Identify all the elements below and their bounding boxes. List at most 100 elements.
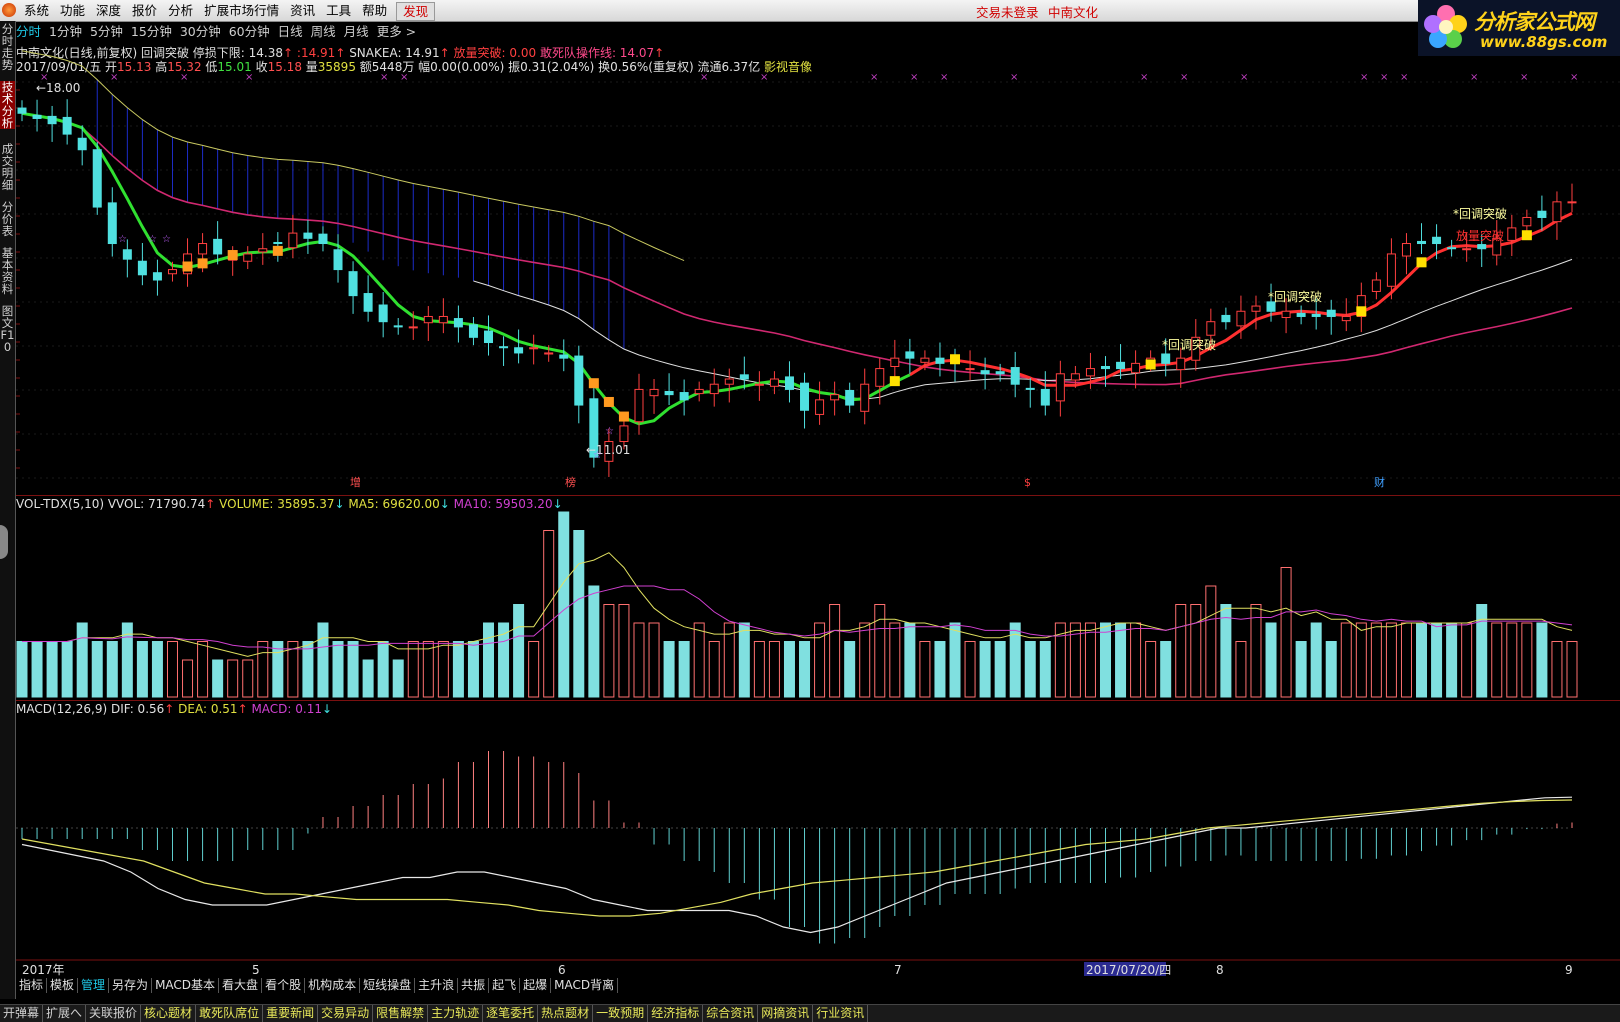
signal-box: [603, 396, 614, 407]
indicator-tab-12[interactable]: 起爆: [520, 978, 552, 993]
status-tab-3[interactable]: 核心题材: [141, 1005, 197, 1022]
candle-body: [514, 347, 524, 354]
candle-body: [1010, 367, 1020, 385]
status-tab-5[interactable]: 重要新闻: [263, 1005, 319, 1022]
x-marker: ×: [1360, 72, 1368, 83]
volume-bar: [1280, 567, 1292, 698]
status-tab-15[interactable]: 行业资讯: [813, 1005, 869, 1022]
candle-body: [860, 383, 870, 412]
volume-bar: [1491, 622, 1503, 698]
volume-bar: [1446, 622, 1458, 698]
indicator-tab-10[interactable]: 共振: [458, 978, 490, 993]
indicator-tab-8[interactable]: 短线操盘: [360, 978, 416, 993]
vollabel-part: ↓: [334, 497, 345, 511]
volume-bar: [693, 622, 705, 698]
x-marker: ×: [400, 72, 408, 83]
candle-body: [1070, 373, 1080, 381]
indicator-tab-13[interactable]: MACD背离: [551, 978, 619, 993]
signal-text: *回调突破: [1268, 289, 1322, 304]
ma-slow-line: [21, 112, 1573, 386]
status-tab-9[interactable]: 逐笔委托: [483, 1005, 539, 1022]
candle-body: [77, 137, 87, 151]
candle-body: [137, 260, 147, 276]
event-mark: $: [1024, 476, 1031, 489]
x-marker: ×: [245, 72, 253, 83]
volume-bar: [1024, 641, 1036, 698]
candle-body: [318, 233, 328, 245]
candle-body: [935, 357, 945, 364]
volume-bar: [1461, 622, 1473, 698]
candle-body: [1281, 310, 1291, 319]
candle-body: [1025, 387, 1035, 390]
volume-bar: [1476, 604, 1488, 698]
indicator-tab-1[interactable]: 模板: [47, 978, 79, 993]
volume-bar: [1355, 622, 1367, 698]
volume-bar: [422, 641, 434, 698]
volume-bar: [633, 622, 645, 698]
status-tab-8[interactable]: 主力轨迹: [428, 1005, 484, 1022]
candle-body: [965, 368, 975, 371]
status-tab-12[interactable]: 经济指标: [648, 1005, 704, 1022]
indicator-tab-9[interactable]: 主升浪: [415, 978, 459, 993]
candle-body: [198, 243, 208, 255]
status-tab-6[interactable]: 交易异动: [318, 1005, 374, 1022]
status-tab-1[interactable]: 扩展へ: [43, 1005, 87, 1022]
star-mark: ☆: [118, 234, 127, 245]
candle-body: [529, 347, 539, 350]
candle-body: [468, 324, 478, 338]
status-tab-10[interactable]: 热点题材: [538, 1005, 594, 1022]
volume-bar: [783, 641, 795, 698]
indicator-tab-7[interactable]: 机构成本: [305, 978, 361, 993]
dif-line: [21, 796, 1573, 934]
candle-body: [1507, 227, 1517, 241]
x-marker: ×: [1570, 72, 1578, 83]
candle-body: [920, 357, 930, 363]
candle-body: [1236, 310, 1246, 327]
status-tab-4[interactable]: 敢死队席位: [196, 1005, 264, 1022]
candle-body: [363, 293, 373, 312]
volume-bar: [362, 659, 374, 698]
volume-bar: [452, 641, 464, 698]
signal-box: [227, 250, 238, 261]
star-mark: ☆: [162, 234, 171, 245]
indicator-tab-3[interactable]: 另存为: [109, 978, 153, 993]
ma-mid-line: [473, 258, 1573, 400]
status-tab-13[interactable]: 综合资讯: [703, 1005, 759, 1022]
x-marker: ×: [870, 72, 878, 83]
signal-box: [1356, 306, 1367, 317]
status-tab-0[interactable]: 开弹幕: [0, 1005, 44, 1022]
status-tab-11[interactable]: 一致预期: [593, 1005, 649, 1022]
candle-body: [423, 315, 433, 324]
candle-body: [167, 269, 177, 275]
indicator-tab-5[interactable]: 看大盘: [219, 978, 263, 993]
volume-bar: [663, 641, 675, 698]
volume-bar: [618, 604, 630, 698]
candle-body: [1341, 315, 1351, 322]
volume-bar: [904, 622, 916, 698]
indicator-tab-4[interactable]: MACD基本: [152, 978, 220, 993]
status-tab-14[interactable]: 网摘资讯: [758, 1005, 814, 1022]
candle-body: [694, 388, 704, 395]
volume-bar: [257, 641, 269, 698]
candle-body: [664, 391, 674, 396]
signal-box: [618, 411, 629, 422]
indicator-tab-11[interactable]: 起飞: [489, 978, 521, 993]
signal-box: [1416, 257, 1427, 268]
date-label: 9: [1565, 963, 1573, 977]
volume-bar: [392, 659, 404, 698]
macdlabel-part: ↑: [237, 702, 248, 716]
candle-body: [724, 378, 734, 385]
status-tab-7[interactable]: 限售解禁: [373, 1005, 429, 1022]
volume-bar: [136, 641, 148, 698]
volume-bar: [31, 641, 43, 698]
date-label: 7: [894, 963, 902, 977]
volume-bar: [1190, 604, 1202, 698]
volume-bar: [377, 641, 389, 698]
volume-bar: [242, 659, 254, 698]
indicator-tab-2[interactable]: 管理: [78, 978, 110, 993]
status-tab-2[interactable]: 关联报价: [86, 1005, 142, 1022]
indicator-tab-6[interactable]: 看个股: [262, 978, 306, 993]
indicator-tab-0[interactable]: 指标: [16, 978, 48, 993]
candle-body: [800, 382, 810, 411]
date-label: 8: [1216, 963, 1224, 977]
